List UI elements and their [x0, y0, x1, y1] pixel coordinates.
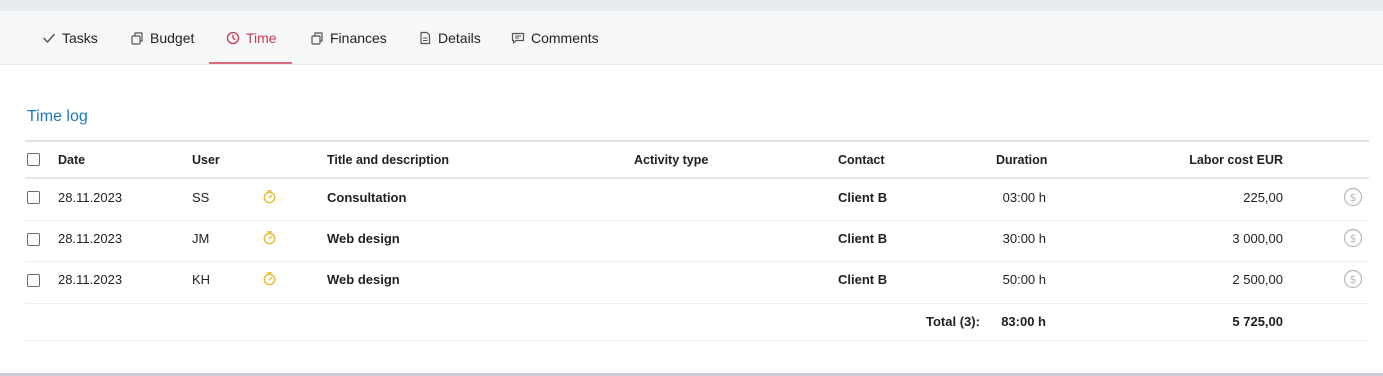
row-divider — [25, 261, 1369, 262]
tab-comments[interactable]: Comments — [511, 11, 599, 64]
tab-time[interactable]: Time — [226, 11, 277, 64]
tab-label: Details — [438, 29, 481, 46]
tab-bar: Tasks Budget Time Finances Details Comme… — [0, 11, 1383, 65]
stopwatch-icon[interactable] — [262, 189, 277, 204]
active-tab-indicator — [209, 62, 292, 64]
row-user: SS — [192, 190, 210, 205]
tab-label: Budget — [150, 29, 195, 46]
header-user[interactable]: User — [192, 152, 220, 168]
tab-finances[interactable]: Finances — [310, 11, 387, 64]
row-checkbox[interactable] — [27, 233, 40, 246]
header-duration[interactable]: Duration — [996, 152, 1047, 168]
dollar-icon[interactable]: $ — [1343, 187, 1363, 207]
check-icon — [42, 31, 56, 45]
tab-label: Tasks — [62, 29, 98, 46]
stopwatch-icon[interactable] — [262, 271, 277, 286]
row-labor-cost: 225,00 — [1243, 190, 1283, 205]
table-bottom-border — [25, 340, 1369, 341]
tab-details[interactable]: Details — [418, 11, 481, 64]
tab-tasks[interactable]: Tasks — [42, 11, 98, 64]
row-duration: 03:00 h — [1002, 190, 1046, 205]
row-contact[interactable]: Client B — [838, 272, 887, 288]
document-icon — [418, 31, 432, 45]
row-divider — [25, 220, 1369, 221]
row-user: JM — [192, 231, 210, 246]
section-title: Time log — [27, 108, 88, 125]
tab-label: Time — [246, 29, 277, 46]
header-title[interactable]: Title and description — [327, 152, 449, 168]
row-date: 28.11.2023 — [58, 272, 123, 287]
row-title[interactable]: Consultation — [327, 190, 406, 206]
stopwatch-icon[interactable] — [262, 230, 277, 245]
tab-label: Comments — [531, 29, 599, 46]
svg-text:$: $ — [1350, 232, 1357, 245]
row-date: 28.11.2023 — [58, 231, 123, 246]
row-labor-cost: 2 500,00 — [1232, 272, 1283, 287]
row-checkbox[interactable] — [27, 274, 40, 287]
dollar-icon[interactable]: $ — [1343, 269, 1363, 289]
comment-icon — [511, 31, 525, 45]
clock-icon — [226, 31, 240, 45]
row-labor-cost: 3 000,00 — [1232, 231, 1283, 246]
row-title[interactable]: Web design — [327, 231, 400, 247]
finances-icon — [310, 31, 324, 45]
top-strip — [0, 0, 1383, 11]
row-duration: 50:00 h — [1002, 272, 1046, 287]
header-labor-cost[interactable]: Labor cost EUR — [1150, 152, 1283, 168]
header-divider — [25, 177, 1369, 179]
tab-budget[interactable]: Budget — [130, 11, 194, 64]
row-date: 28.11.2023 — [58, 190, 123, 205]
row-contact[interactable]: Client B — [838, 231, 887, 247]
dollar-icon[interactable]: $ — [1343, 228, 1363, 248]
row-divider — [25, 303, 1369, 304]
svg-text:$: $ — [1350, 273, 1357, 286]
tab-label: Finances — [330, 29, 387, 46]
total-duration: 83:00 h — [1001, 314, 1046, 329]
row-checkbox[interactable] — [27, 191, 40, 204]
select-all-checkbox[interactable] — [27, 153, 40, 166]
row-user: KH — [192, 272, 211, 287]
header-activity[interactable]: Activity type — [634, 152, 708, 168]
header-date[interactable]: Date — [58, 152, 85, 168]
header-contact[interactable]: Contact — [838, 152, 885, 168]
total-labor-cost: 5 725,00 — [1232, 314, 1283, 329]
row-title[interactable]: Web design — [327, 272, 400, 288]
row-contact[interactable]: Client B — [838, 190, 887, 206]
table-top-border — [25, 140, 1369, 142]
row-duration: 30:00 h — [1002, 231, 1046, 246]
svg-text:$: $ — [1350, 191, 1357, 204]
budget-icon — [130, 31, 144, 45]
